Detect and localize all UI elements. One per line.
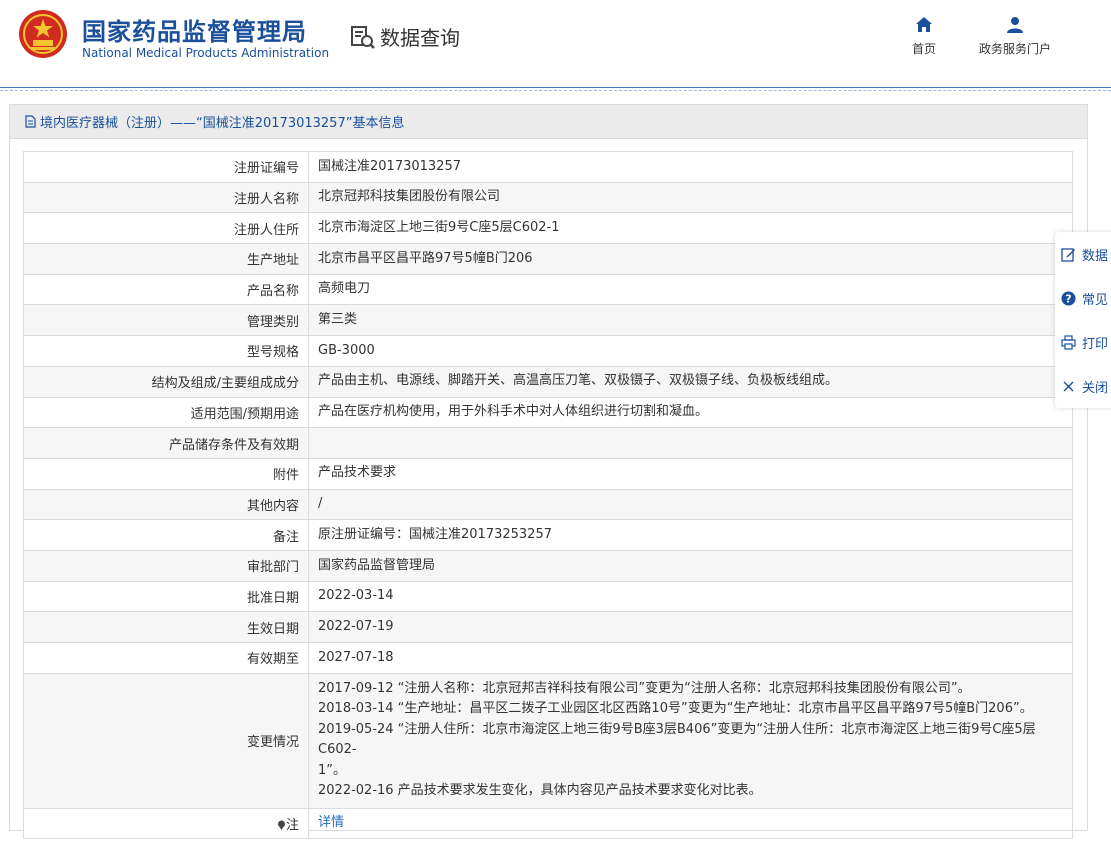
row-value: 2027-07-18 <box>308 642 1073 674</box>
row-value: 原注册证编号：国械注准20173253257 <box>308 519 1073 551</box>
org-name-en: National Medical Products Administration <box>82 46 330 60</box>
row-value: 产品在医疗机构使用，用于外科手术中对人体组织进行切割和凝血。 <box>308 396 1073 429</box>
note-value: 详情 <box>308 807 1073 840</box>
table-row: 管理类别 第三类 <box>23 304 1073 337</box>
row-key: 型号规格 <box>23 335 309 367</box>
row-value: 第三类 <box>308 304 1073 337</box>
float-faq-button[interactable]: ? 常见 <box>1055 276 1111 320</box>
close-icon <box>1063 381 1074 391</box>
row-value: 国械注准20173013257 <box>308 151 1073 183</box>
row-key: 附件 <box>23 457 309 490</box>
details-link[interactable]: 详情 <box>318 815 344 830</box>
table-row: 产品名称 高频电刀 <box>23 273 1073 306</box>
data-query-title: 数据查询 <box>350 22 460 51</box>
table-row: 审批部门 国家药品监督管理局 <box>23 549 1073 582</box>
table-row: 生效日期 2022-07-19 <box>23 611 1073 643</box>
nav-home-label: 首页 <box>911 42 936 56</box>
row-key: 产品储存条件及有效期 <box>23 427 309 459</box>
row-key: 管理类别 <box>23 304 309 337</box>
table-row: 有效期至 2027-07-18 <box>23 642 1073 674</box>
changes-value: 2017-09-12 “注册人名称：北京冠邦吉祥科技有限公司”变更为“注册人名称… <box>308 672 1073 809</box>
floating-toolbar: 数据 ? 常见 打印 关闭 <box>1055 232 1111 408</box>
float-close-label: 关闭 <box>1082 380 1109 396</box>
print-icon <box>1061 334 1076 350</box>
table-row: 注册证编号 国械注准20173013257 <box>23 151 1073 183</box>
change-line: 2022-02-16 产品技术要求发生变化，具体内容见产品技术要求变化对比表。 <box>318 783 762 799</box>
row-key: 适用范围/预期用途 <box>23 396 309 429</box>
row-key: 注册人名称 <box>23 181 309 214</box>
row-value: GB-3000 <box>308 335 1073 367</box>
row-value: 产品由主机、电源线、脚踏开关、高温高压刀笔、双极镊子、双极镊子线、负极板线组成。 <box>308 365 1073 398</box>
float-data-label: 数据 <box>1082 248 1109 264</box>
header-divider <box>0 90 1111 91</box>
float-print-button[interactable]: 打印 <box>1055 320 1111 364</box>
float-faq-label: 常见 <box>1082 292 1109 308</box>
home-icon <box>916 17 932 32</box>
table-row-note: 注 详情 <box>23 807 1073 840</box>
note-key-label: 注 <box>285 818 299 834</box>
float-print-label: 打印 <box>1082 336 1109 352</box>
change-line: 2017-09-12 “注册人名称：北京冠邦吉祥科技有限公司”变更为“注册人名称… <box>318 680 971 696</box>
nav-gov-portal-label: 政务服务门户 <box>978 42 1051 56</box>
svg-text:?: ? <box>1065 292 1071 305</box>
row-key: 生产地址 <box>23 243 309 275</box>
row-value: 2022-07-19 <box>308 611 1073 643</box>
note-key: 注 <box>23 807 309 840</box>
panel-header: 境内医疗器械（注册）——“国械注准20173013257”基本信息 <box>10 105 1087 139</box>
table-row: 批准日期 2022-03-14 <box>23 580 1073 613</box>
float-data-button[interactable]: 数据 <box>1055 232 1111 276</box>
row-key: 备注 <box>23 519 309 551</box>
row-value: 高频电刀 <box>308 273 1073 306</box>
info-panel: 境内医疗器械（注册）——“国械注准20173013257”基本信息 注册证编号国… <box>9 104 1088 840</box>
document-search-icon <box>351 25 375 49</box>
nav-gov-portal[interactable]: 政务服务门户 <box>972 16 1058 57</box>
help-icon: ? <box>1061 291 1076 305</box>
row-key: 注册人住所 <box>23 212 309 245</box>
row-value: 北京市海淀区上地三街9号C座5层C602-1 <box>308 212 1073 245</box>
row-key: 生效日期 <box>23 611 309 643</box>
row-value: 国家药品监督管理局 <box>308 549 1073 582</box>
user-icon <box>1007 17 1023 33</box>
row-key: 产品名称 <box>23 273 309 306</box>
change-line: 2018-03-14 “生产地址：昌平区二拨子工业园区北区西路10号”变更为“生… <box>318 701 1033 717</box>
row-key: 有效期至 <box>23 642 309 674</box>
table-row: 生产地址 北京市昌平区昌平路97号5幢B门206 <box>23 243 1073 275</box>
table-row-changes: 变更情况 2017-09-12 “注册人名称：北京冠邦吉祥科技有限公司”变更为“… <box>23 672 1073 809</box>
national-emblem-icon <box>19 10 67 58</box>
document-icon <box>25 115 36 128</box>
query-title-text: 数据查询 <box>380 26 460 50</box>
table-row: 适用范围/预期用途 产品在医疗机构使用，用于外科手术中对人体组织进行切割和凝血。 <box>23 396 1073 429</box>
row-key: 结构及组成/主要组成成分 <box>23 365 309 398</box>
row-value: 2022-03-14 <box>308 580 1073 613</box>
nav-home[interactable]: 首页 <box>906 16 942 57</box>
table-row: 结构及组成/主要组成成分 产品由主机、电源线、脚踏开关、高温高压刀笔、双极镊子、双… <box>23 365 1073 398</box>
row-key: 其他内容 <box>23 488 309 521</box>
info-table: 注册证编号 国械注准20173013257 注册人名称 北京冠邦科技集团股份有限公司… <box>23 151 1073 840</box>
table-row: 注册人名称 北京冠邦科技集团股份有限公司 <box>23 181 1073 214</box>
row-value <box>308 427 1073 459</box>
table-row: 产品储存条件及有效期 <box>23 427 1073 459</box>
row-key: 批准日期 <box>23 580 309 613</box>
row-key: 审批部门 <box>23 549 309 582</box>
row-value: 北京冠邦科技集团股份有限公司 <box>308 181 1073 214</box>
row-value: 北京市昌平区昌平路97号5幢B门206 <box>308 243 1073 275</box>
change-line: 1”。 <box>318 762 347 778</box>
table-row: 附件 产品技术要求 <box>23 457 1073 490</box>
location-pin-icon <box>277 820 285 831</box>
row-value: 产品技术要求 <box>308 457 1073 490</box>
float-close-button[interactable]: 关闭 <box>1055 364 1111 408</box>
org-name-cn: 国家药品监督管理局 <box>82 18 307 46</box>
table-row: 型号规格 GB-3000 <box>23 335 1073 367</box>
edit-icon <box>1061 247 1075 262</box>
changes-key: 变更情况 <box>23 672 309 809</box>
table-row: 其他内容 / <box>23 488 1073 521</box>
row-key: 注册证编号 <box>23 151 309 183</box>
row-value: / <box>308 488 1073 521</box>
change-line: 2019-05-24 “注册人住所：北京市海淀区上地三街9号B座3层B406”变… <box>318 721 1036 758</box>
site-header: 国家药品监督管理局 National Medical Products Admi… <box>0 0 1111 88</box>
table-row: 注册人住所 北京市海淀区上地三街9号C座5层C602-1 <box>23 212 1073 245</box>
panel-title: 境内医疗器械（注册）——“国械注准20173013257”基本信息 <box>40 116 405 131</box>
table-row: 备注 原注册证编号：国械注准20173253257 <box>23 519 1073 551</box>
